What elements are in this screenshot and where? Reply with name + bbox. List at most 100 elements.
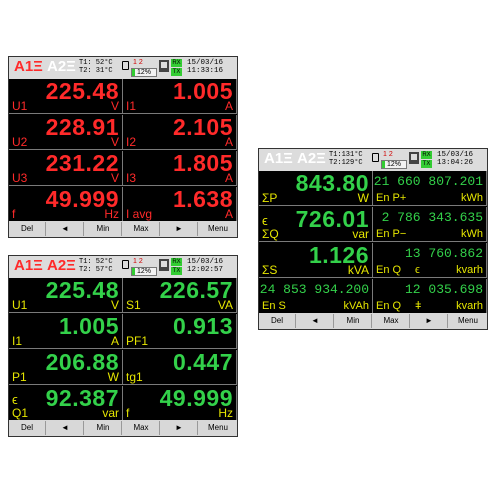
cell-label: En P+: [376, 192, 407, 204]
date: 15/03/16: [437, 151, 474, 159]
right-arrow-button[interactable]: ►: [411, 314, 448, 328]
cell-unit: A: [224, 99, 233, 113]
cell-i3: 1.805 I3 A: [123, 151, 237, 186]
memory-card-icon: [372, 153, 379, 162]
memory-usage-bar: 12%: [131, 68, 157, 77]
cell-sum-q: ϵ 726.01 ΣQ var: [259, 207, 373, 242]
cell-unit: var: [102, 406, 119, 420]
cell-value: 231.22: [45, 150, 119, 176]
cell-en-p-plus: 21 660 807.201 En P+ kWh: [373, 171, 487, 206]
temperature-readout: T1:131°C T2:129°C: [329, 151, 363, 167]
del-button[interactable]: Del: [259, 314, 296, 328]
cell-value: 225.48: [45, 277, 119, 303]
temperature-t2: T2:129°C: [329, 159, 363, 167]
cell-label: U1: [12, 298, 28, 312]
cell-u3: 231.22 U3 V: [9, 151, 123, 186]
cell-value: 21 660 807.201: [373, 174, 483, 189]
cell-unit: kWh: [461, 228, 483, 240]
network-icon: [159, 60, 169, 72]
cell-unit: A: [224, 171, 233, 185]
cell-sum-s: 1.126 ΣS kVA: [259, 243, 373, 278]
tariff-indicator: 1 2: [383, 151, 393, 158]
cell-q1: ϵ 92.387 Q1 var: [9, 386, 123, 421]
cell-sum-p: 843.80 ΣP W: [259, 171, 373, 206]
min-button[interactable]: Min: [335, 314, 372, 328]
cell-label: S1: [126, 298, 141, 312]
cell-label: f: [126, 406, 130, 420]
del-button[interactable]: Del: [9, 421, 46, 435]
meter-screen-power-energy: A1Ξ A2Ξ T1:131°C T2:129°C 1 2 12% RX TX …: [258, 148, 488, 330]
cell-unit: var: [352, 227, 369, 241]
cell-value: 1.805: [172, 150, 233, 176]
cell-label: En Q: [376, 300, 402, 312]
temperature-t1: T1: 52°C: [79, 258, 113, 266]
min-button[interactable]: Min: [85, 222, 122, 236]
cell-label: ΣS: [262, 263, 278, 277]
max-button[interactable]: Max: [123, 421, 160, 435]
cell-unit: A: [224, 135, 233, 149]
meter-screen-voltages: A1Ξ A2Ξ T1: 52°C T2: 31°C 1 2 12% RX TX …: [8, 56, 238, 238]
cell-value: 0.913: [172, 313, 233, 339]
left-arrow-button[interactable]: ◄: [47, 222, 84, 236]
menu-button[interactable]: Menu: [449, 314, 487, 328]
cell-unit: Hz: [218, 406, 233, 420]
cell-pf1: 0.913 PF1: [123, 314, 237, 349]
cell-label: I1: [126, 99, 137, 113]
inductive-load-icon: ϵ: [12, 392, 18, 407]
measurement-grid: 225.48 U1 V 226.57 S1 VA 1.005 I1 A 0.913 PF1 2…: [9, 278, 237, 422]
menu-button[interactable]: Menu: [199, 222, 237, 236]
right-arrow-button[interactable]: ►: [161, 222, 198, 236]
cell-unit: V: [110, 171, 119, 185]
right-arrow-button[interactable]: ►: [161, 421, 198, 435]
channel-a2-indicator: A2Ξ: [297, 150, 326, 167]
cell-u1: 225.48 U1 V: [9, 278, 123, 313]
menu-button[interactable]: Menu: [199, 421, 237, 435]
measurement-grid: 225.48 U1 V 1.005 I1 A 228.91 U2 V 2.105 I2 A 23…: [9, 79, 237, 223]
cell-tg1: 0.447 tg1: [123, 350, 237, 385]
function-key-bar: Del ◄ Min Max ► Menu: [9, 221, 237, 237]
cell-value: 1.005: [172, 78, 233, 104]
cell-value: 2 786 343.635: [381, 210, 483, 225]
left-arrow-button[interactable]: ◄: [297, 314, 334, 328]
cell-value: 225.48: [45, 78, 119, 104]
cell-unit: Hz: [104, 207, 119, 221]
function-key-bar: Del ◄ Min Max ► Menu: [9, 420, 237, 436]
status-header: A1Ξ A2Ξ T1:131°C T2:129°C 1 2 12% RX TX …: [259, 149, 487, 171]
cell-unit: W: [357, 191, 369, 205]
cell-label: En P−: [376, 228, 407, 240]
del-button[interactable]: Del: [9, 222, 46, 236]
cell-value: 1.005: [58, 313, 119, 339]
cell-en-q-capacitive: 12 035.698 En Q ǂ kvarh: [373, 279, 487, 314]
max-button[interactable]: Max: [373, 314, 410, 328]
cell-value: 1.638: [172, 186, 233, 212]
cell-unit: kvarh: [456, 264, 483, 276]
temperature-t1: T1:131°C: [329, 151, 363, 159]
cell-unit: kVA: [347, 263, 369, 277]
cell-value: 24 853 934.200: [259, 282, 369, 297]
cell-value: 228.91: [45, 114, 119, 140]
cell-unit: A: [224, 207, 233, 221]
left-arrow-button[interactable]: ◄: [47, 421, 84, 435]
channel-a1-indicator: A1Ξ: [14, 257, 43, 274]
tx-indicator: TX: [171, 68, 182, 76]
cell-label: I1: [12, 334, 23, 348]
cell-label: P1: [12, 370, 27, 384]
rx-indicator: RX: [171, 258, 182, 266]
cell-en-p-minus: 2 786 343.635 En P− kWh: [373, 207, 487, 242]
cell-unit: W: [107, 370, 119, 384]
channel-a2-indicator: A2Ξ: [47, 257, 76, 274]
max-button[interactable]: Max: [123, 222, 160, 236]
memory-usage-percent: 12%: [136, 268, 151, 275]
min-button[interactable]: Min: [85, 421, 122, 435]
date-time: 15/03/16 11:33:16: [187, 59, 223, 75]
tx-indicator: TX: [421, 160, 432, 168]
date: 15/03/16: [187, 258, 224, 266]
memory-usage-bar: 12%: [381, 160, 407, 169]
memory-usage-percent: 12%: [136, 69, 151, 76]
cell-label: I2: [126, 135, 137, 149]
cell-u1: 225.48 U1 V: [9, 79, 123, 114]
cell-en-s: 24 853 934.200 En S kVAh: [259, 279, 373, 314]
time: 12:02:57: [187, 266, 224, 274]
cell-unit: kVAh: [343, 300, 369, 312]
cell-i1: 1.005 I1 A: [9, 314, 123, 349]
